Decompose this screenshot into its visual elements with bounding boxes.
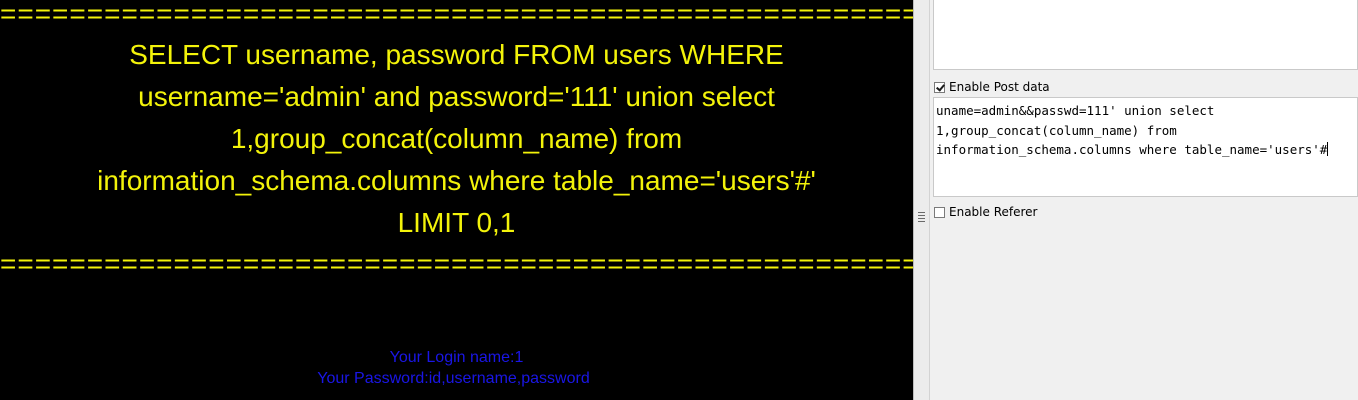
login-name-result: Your Login name:1: [389, 349, 524, 366]
password-result: Your Password:id,username,password: [317, 370, 590, 387]
enable-post-data-toggle[interactable]: Enable Post data: [934, 79, 1050, 95]
post-data-line: information_schema.columns where table_n…: [936, 142, 1328, 157]
query-line: username='admin' and password='111' unio…: [138, 81, 775, 112]
hackbar-panel: Enable Post data uname=admin&&passwd=111…: [930, 0, 1358, 400]
query-line: 1,group_concat(column_name) from: [230, 123, 683, 154]
panel-splitter[interactable]: [913, 0, 930, 400]
enable-referer-checkbox[interactable]: [934, 206, 945, 218]
post-data-line: 1,group_concat(column_name) from: [936, 122, 1177, 138]
url-textarea[interactable]: [933, 0, 1358, 70]
post-data-line: uname=admin&&passwd=111' union select: [936, 103, 1215, 118]
query-line: LIMIT 0,1: [397, 207, 516, 238]
screen: ========================================…: [0, 0, 1358, 400]
query-line: information_schema.columns where table_n…: [97, 165, 816, 196]
enable-referer-label: Enable Referer: [949, 205, 1038, 219]
enable-post-label: Enable Post data: [949, 80, 1050, 94]
text-caret: [1327, 142, 1329, 156]
query-line: SELECT username, password FROM users WHE…: [129, 39, 784, 70]
web-page-view: ========================================…: [0, 0, 913, 400]
splitter-grip-icon[interactable]: [918, 212, 925, 222]
separator-top: ========================================…: [0, 0, 913, 28]
enable-post-checkbox[interactable]: [934, 81, 945, 93]
enable-referer-toggle[interactable]: Enable Referer: [934, 204, 1037, 220]
separator-bottom: ========================================…: [0, 250, 913, 278]
post-data-textarea[interactable]: uname=admin&&passwd=111' union select 1,…: [933, 97, 1358, 197]
sql-query-text: SELECT username, password FROM users WHE…: [0, 34, 913, 244]
